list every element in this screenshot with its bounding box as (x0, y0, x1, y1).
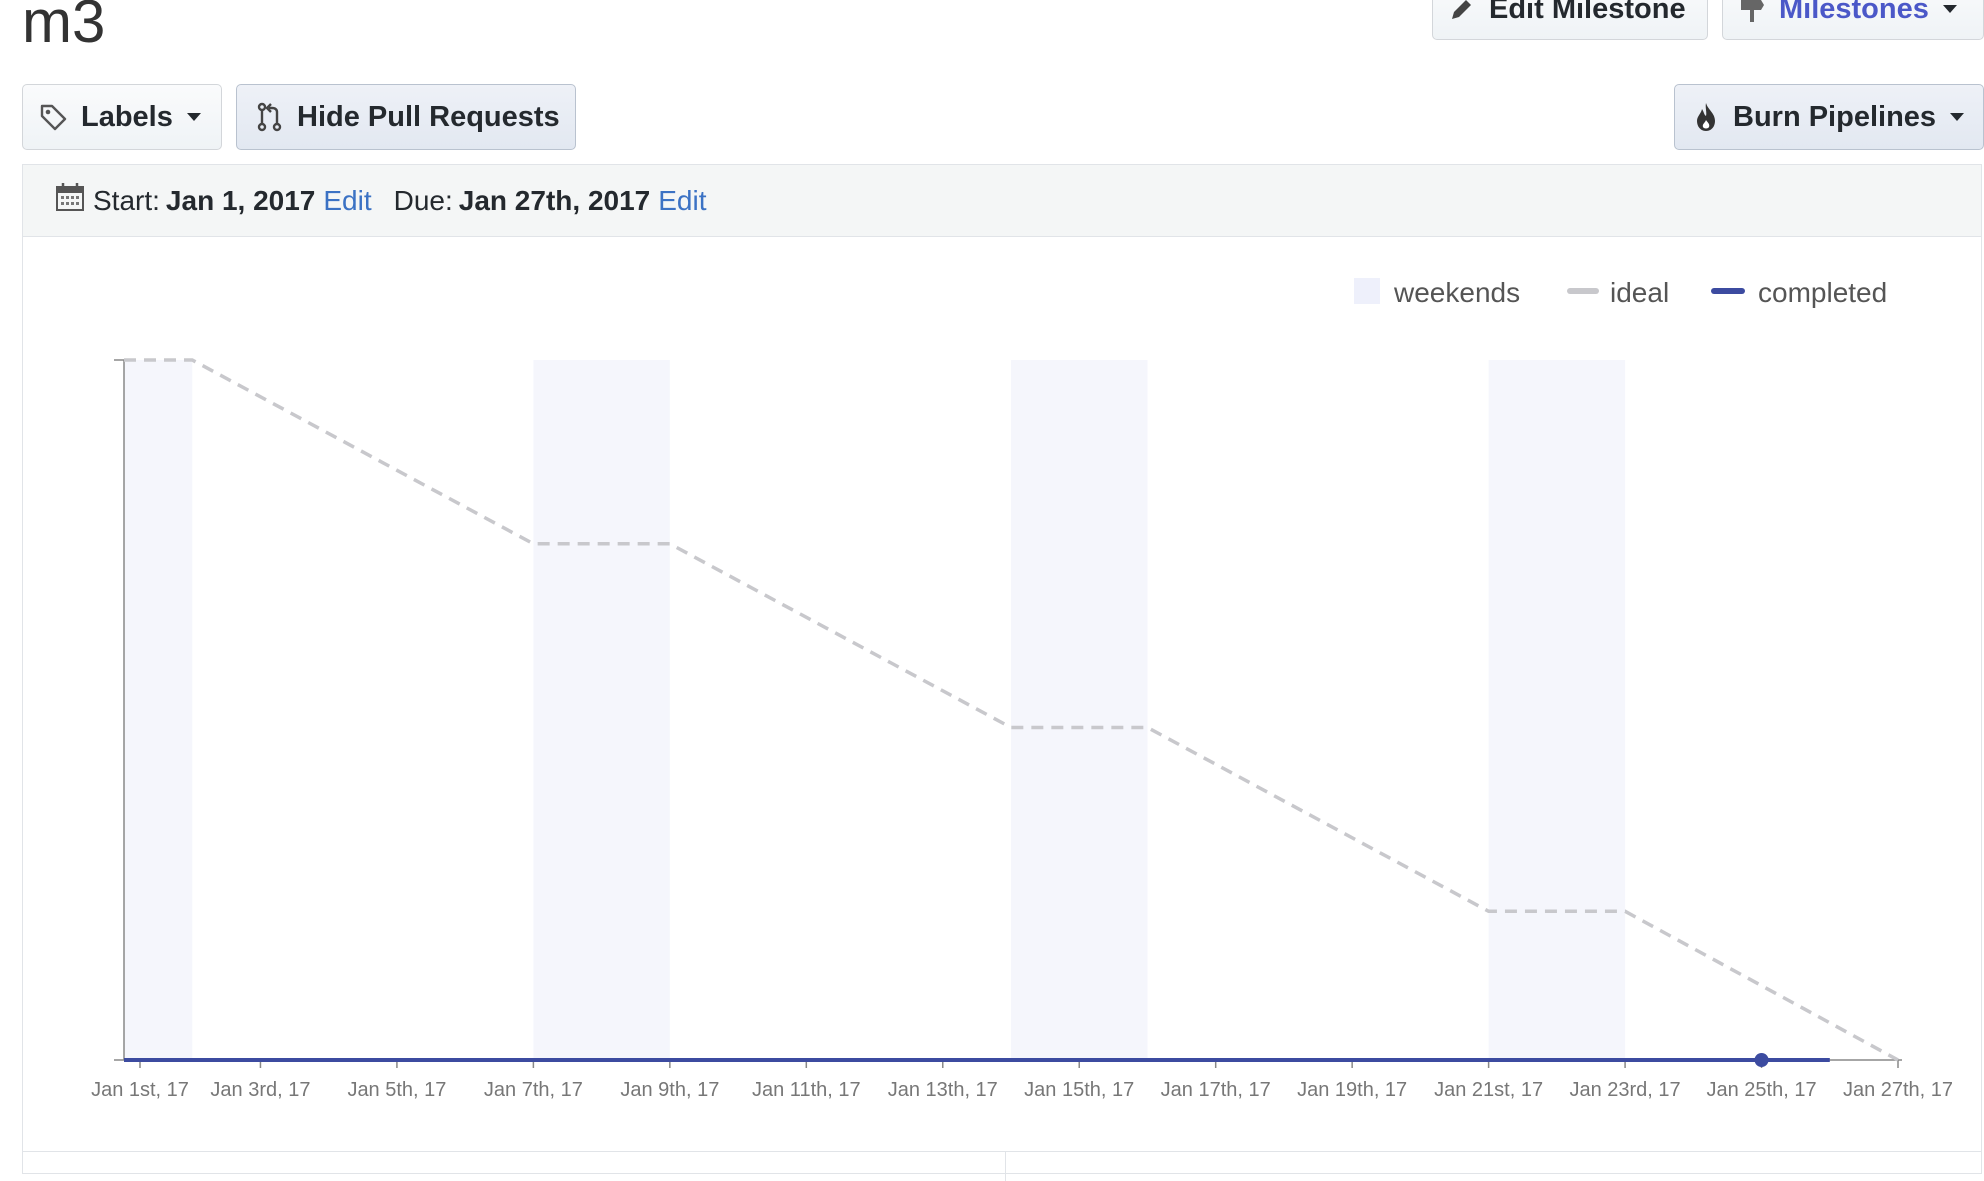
x-tick-label: Jan 25th, 17 (1706, 1079, 1816, 1101)
x-tick-label: Jan 15th, 17 (1024, 1079, 1134, 1101)
burndown-chart: Jan 1st, 17 Jan 3rd, 17 Jan 5th, 17 Jan 7th… (91, 277, 1953, 1101)
x-tick-label: Jan 11th, 17 (752, 1079, 861, 1101)
x-tick-label: Jan 1st, 17 (91, 1079, 189, 1101)
x-tick-label: Jan 27th, 17 (1843, 1079, 1953, 1101)
x-tick-label: Jan 3rd, 17 (210, 1079, 310, 1101)
legend-label-completed: completed (1758, 277, 1887, 308)
x-tick-label: Jan 5th, 17 (347, 1079, 446, 1101)
x-tick-label: Jan 19th, 17 (1297, 1079, 1407, 1101)
legend-label-weekends: weekends (1393, 277, 1520, 308)
x-tick-label: Jan 7th, 17 (484, 1079, 583, 1101)
weekend-band (1011, 360, 1148, 1060)
weekend-band (1488, 360, 1626, 1060)
legend-label-ideal: ideal (1610, 277, 1669, 308)
weekend-band (124, 360, 193, 1060)
completed-point (1754, 1053, 1769, 1067)
legend-swatch-weekends (1354, 278, 1380, 304)
x-tick-label: Jan 13th, 17 (888, 1079, 998, 1101)
x-tick-label: Jan 9th, 17 (620, 1079, 719, 1101)
x-tick-label: Jan 21st, 17 (1434, 1079, 1543, 1101)
weekend-band (533, 360, 670, 1060)
x-tick-label: Jan 17th, 17 (1161, 1079, 1271, 1101)
x-tick-label: Jan 23rd, 17 (1569, 1079, 1680, 1101)
